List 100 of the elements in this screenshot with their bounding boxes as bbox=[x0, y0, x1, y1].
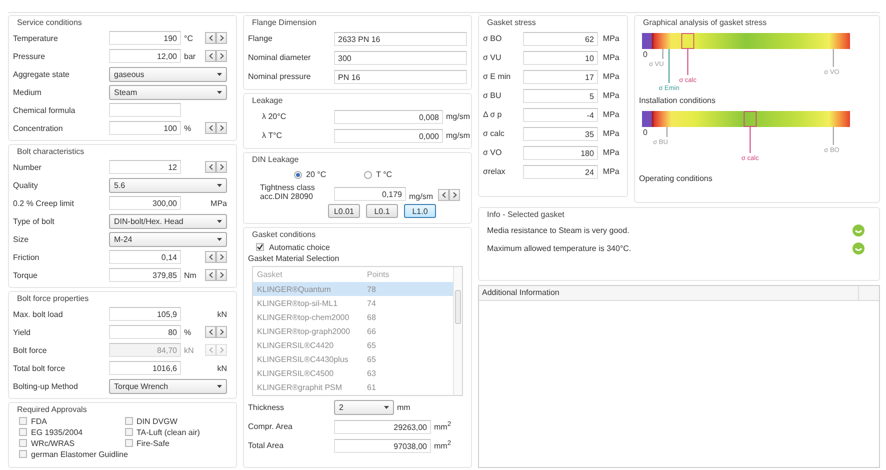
input-field[interactable]: 17 bbox=[523, 70, 598, 84]
increase-button[interactable] bbox=[216, 161, 227, 173]
radio-button[interactable] bbox=[294, 170, 302, 178]
input-field[interactable]: 24 bbox=[523, 164, 598, 178]
field-label: Nominal pressure bbox=[248, 72, 312, 81]
table-row[interactable]: KLINGER®top-sil-ML1 74 bbox=[253, 296, 453, 310]
radio-label: 20 °C bbox=[306, 170, 326, 179]
decrease-button[interactable] bbox=[205, 50, 216, 62]
dropdown[interactable]: Steam bbox=[109, 84, 227, 100]
input-field[interactable]: 100 bbox=[109, 121, 181, 135]
input-field[interactable]: 80 bbox=[109, 325, 181, 339]
decrease-button[interactable] bbox=[205, 122, 216, 134]
chevron-right-icon bbox=[220, 164, 224, 170]
chevron-right-icon bbox=[220, 272, 224, 278]
increase-button[interactable] bbox=[216, 269, 227, 281]
unit-label: MPa bbox=[602, 129, 620, 138]
checkbox[interactable] bbox=[19, 450, 27, 458]
field-label: σ VO bbox=[483, 148, 503, 157]
checkbox-label: DIN DVGW bbox=[136, 416, 178, 426]
input-field[interactable]: -4 bbox=[523, 108, 598, 122]
class-button[interactable]: L0.01 bbox=[328, 204, 360, 218]
chevron-left-icon bbox=[208, 347, 212, 353]
decrease-button[interactable] bbox=[205, 326, 216, 338]
caret-icon bbox=[384, 406, 389, 409]
input-field[interactable]: 10 bbox=[523, 50, 598, 64]
unit-label: °C bbox=[183, 34, 194, 42]
field-label: Flange bbox=[248, 34, 274, 43]
decrease-button[interactable] bbox=[205, 32, 216, 44]
dropdown[interactable]: Torque Wrench bbox=[109, 378, 227, 394]
increase-button[interactable] bbox=[216, 32, 227, 44]
unit-label: mg/sm bbox=[408, 192, 434, 201]
caret-icon bbox=[217, 238, 222, 240]
input-field[interactable]: 0,008 bbox=[334, 110, 443, 124]
input-field[interactable]: 5 bbox=[523, 88, 598, 102]
checkbox[interactable] bbox=[19, 439, 27, 447]
group-title: Bolt characteristics bbox=[16, 146, 86, 158]
decrease-button[interactable] bbox=[205, 269, 216, 281]
input-field[interactable]: 2633 PN 16 bbox=[334, 32, 467, 46]
field-label: σ calc bbox=[483, 129, 506, 138]
checkbox[interactable] bbox=[19, 428, 27, 436]
dropdown[interactable]: M-24 bbox=[109, 232, 227, 246]
field-label: Thickness bbox=[248, 403, 286, 412]
input-field[interactable]: 105,9 bbox=[109, 307, 181, 321]
input-field[interactable]: 0,14 bbox=[109, 250, 181, 264]
checkbox[interactable] bbox=[19, 417, 27, 425]
field-label: Max. bolt load bbox=[13, 310, 64, 318]
unit-label: % bbox=[183, 124, 192, 132]
checkbox[interactable] bbox=[124, 417, 132, 425]
unit-label: kN bbox=[183, 346, 195, 354]
unit-label: MPa bbox=[602, 110, 620, 119]
unit-label: kN bbox=[216, 310, 227, 318]
input-field[interactable]: 379,85 bbox=[109, 268, 181, 282]
dropdown[interactable]: 2 bbox=[334, 400, 394, 415]
increase-button[interactable] bbox=[216, 50, 227, 62]
input-field[interactable]: 0,000 bbox=[334, 128, 443, 142]
panel-title: Additional Information bbox=[481, 287, 560, 299]
class-button[interactable]: L1.0 bbox=[404, 204, 436, 218]
unit-label: MPa bbox=[602, 91, 620, 100]
input-field[interactable]: 190 bbox=[109, 31, 181, 45]
column-header: Points bbox=[366, 270, 390, 279]
dropdown[interactable]: gaseous bbox=[109, 66, 227, 82]
group-title: Service conditions bbox=[16, 17, 83, 29]
input-field[interactable]: PN 16 bbox=[334, 70, 467, 84]
input-field[interactable]: 29263,00 bbox=[334, 420, 431, 434]
increase-button[interactable] bbox=[216, 122, 227, 134]
input-field[interactable]: 12 bbox=[109, 160, 181, 174]
field-label: σ E min bbox=[483, 72, 512, 81]
field-label: λ 20°C bbox=[261, 112, 288, 121]
chevron-right-icon bbox=[220, 347, 224, 353]
checkbox-label: WRc/WRAS bbox=[31, 438, 75, 448]
unit-label: mm$^{2}$ bbox=[433, 421, 452, 432]
input-field[interactable]: 300,00 bbox=[109, 196, 181, 210]
class-button[interactable]: L0.1 bbox=[366, 204, 398, 218]
input-field[interactable]: 1016,6 bbox=[109, 361, 181, 375]
dropdown[interactable]: 5.6 bbox=[109, 178, 227, 192]
scrollbar[interactable] bbox=[453, 267, 462, 395]
dropdown[interactable]: DIN-bolt/Hex. Head bbox=[109, 214, 227, 228]
increase-button[interactable] bbox=[449, 189, 460, 201]
input-field[interactable]: 97038,00 bbox=[334, 438, 431, 452]
input-field[interactable]: 0,179 bbox=[334, 187, 406, 201]
unit-label: bar bbox=[183, 52, 197, 60]
input-field[interactable]: 62 bbox=[523, 32, 598, 46]
table-row[interactable]: KLINGER®graphit PSM 61 bbox=[253, 380, 453, 394]
caret-icon bbox=[217, 184, 222, 186]
radio-button[interactable] bbox=[364, 170, 372, 178]
decrease-button[interactable] bbox=[205, 251, 216, 263]
checkbox[interactable] bbox=[124, 428, 132, 436]
checkbox[interactable] bbox=[124, 439, 132, 447]
input-field[interactable]: 300 bbox=[334, 50, 467, 64]
chevron-right-icon bbox=[220, 53, 224, 59]
input-field[interactable] bbox=[109, 103, 181, 117]
checkbox[interactable] bbox=[256, 243, 264, 251]
increase-button[interactable] bbox=[216, 326, 227, 338]
decrease-button[interactable] bbox=[205, 161, 216, 173]
increase-button[interactable] bbox=[216, 251, 227, 263]
input-field[interactable]: 35 bbox=[523, 126, 598, 140]
input-field[interactable]: 12,00 bbox=[109, 49, 181, 63]
decrease-button[interactable] bbox=[438, 189, 449, 201]
field-label: Number bbox=[13, 162, 42, 172]
input-field[interactable]: 180 bbox=[523, 146, 598, 160]
